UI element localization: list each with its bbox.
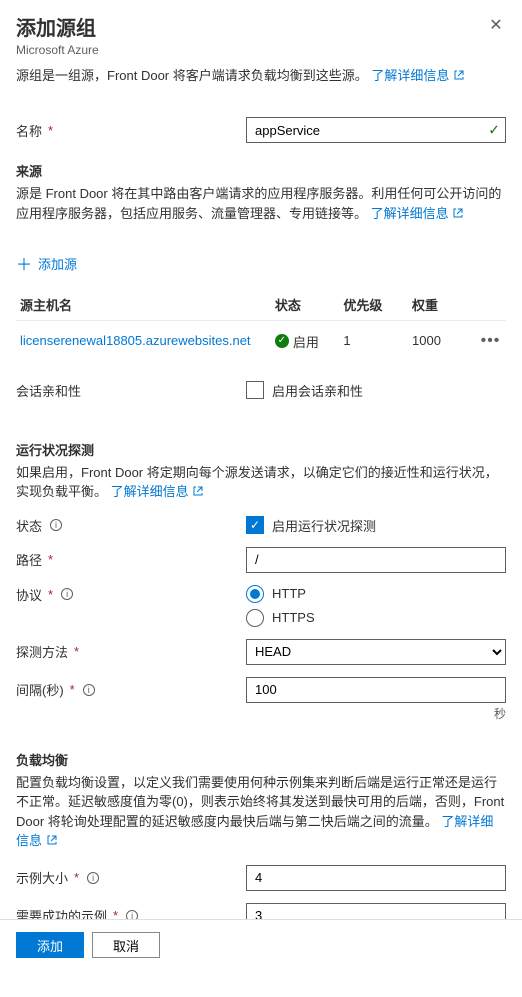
info-icon[interactable]: i [61, 588, 73, 600]
protocol-label: 协议 * i [16, 585, 246, 604]
radio-icon [246, 585, 264, 603]
info-icon[interactable]: i [50, 519, 62, 531]
health-desc-text: 如果启用，Front Door 将定期向每个源发送请求，以确定它们的接近性和运行… [16, 465, 498, 500]
col-weight[interactable]: 权重 [408, 289, 477, 321]
external-link-icon [46, 832, 58, 844]
external-link-icon [192, 483, 204, 495]
protocol-https-label: HTTPS [272, 610, 315, 625]
origin-section-desc: 源是 Front Door 将在其中路由客户端请求的应用程序服务器。利用任何可公… [16, 184, 506, 223]
interval-unit: 秒 [16, 705, 506, 722]
status-dot-icon: ✓ [275, 334, 289, 348]
intro-text: 源组是一组源，Front Door 将客户端请求负载均衡到这些源。 了解详细信息 [16, 67, 506, 85]
required-indicator: * [113, 908, 118, 919]
radio-icon [246, 609, 264, 627]
info-icon[interactable]: i [83, 684, 95, 696]
origins-table: 源主机名 状态 优先级 权重 licenserenewal18805.azure… [16, 289, 506, 361]
check-icon: ✓ [488, 122, 500, 139]
health-status-label: 状态 i [16, 516, 246, 535]
name-label-text: 名称 [16, 121, 42, 140]
session-affinity-checkbox-label: 启用会话亲和性 [272, 381, 363, 400]
path-input[interactable] [246, 547, 506, 573]
external-link-icon [453, 68, 465, 80]
external-link-icon [452, 205, 464, 217]
health-enable-checkbox[interactable]: ✓ [246, 516, 264, 534]
protocol-label-text: 协议 [16, 585, 42, 604]
health-section-desc: 如果启用，Front Door 将定期向每个源发送请求，以确定它们的接近性和运行… [16, 463, 506, 502]
method-label-text: 探测方法 [16, 642, 68, 661]
path-label-text: 路径 [16, 550, 42, 569]
lb-section-desc: 配置负载均衡设置，以定义我们需要使用何种示例集来判断后端是运行正常还是运行不正常… [16, 773, 506, 851]
page-subtitle: Microsoft Azure [16, 43, 506, 57]
origin-learn-more-text: 了解详细信息 [371, 206, 449, 221]
required-indicator: * [74, 644, 79, 659]
add-origin-button[interactable]: ＋ 添加源 [16, 251, 506, 275]
footer: 添加 取消 [0, 919, 522, 970]
required-indicator: * [74, 870, 79, 885]
protocol-http-radio[interactable]: HTTP [246, 585, 506, 603]
origin-status: ✓ 启用 [275, 332, 319, 351]
intro-learn-more-text: 了解详细信息 [371, 68, 449, 83]
cancel-button[interactable]: 取消 [92, 932, 160, 958]
method-label: 探测方法 * [16, 642, 246, 661]
health-learn-more-link[interactable]: 了解详细信息 [111, 484, 205, 499]
add-button[interactable]: 添加 [16, 932, 84, 958]
health-section-title: 运行状况探测 [16, 440, 506, 459]
origin-weight: 1000 [408, 321, 477, 361]
sample-size-label-text: 示例大小 [16, 868, 68, 887]
successful-samples-label-text: 需要成功的示例 [16, 906, 107, 919]
col-priority[interactable]: 优先级 [339, 289, 408, 321]
close-button[interactable]: ✕ [486, 16, 506, 36]
session-affinity-checkbox[interactable] [246, 381, 264, 399]
name-label: 名称 * [16, 121, 246, 140]
origin-section-title: 来源 [16, 161, 506, 180]
col-host[interactable]: 源主机名 [16, 289, 271, 321]
origin-priority: 1 [339, 321, 408, 361]
row-menu-button[interactable]: ••• [481, 332, 501, 349]
interval-input[interactable] [246, 677, 506, 703]
method-select[interactable]: HEAD [246, 639, 506, 665]
page-title: 添加源组 [16, 12, 506, 41]
required-indicator: * [70, 682, 75, 697]
origin-learn-more-link[interactable]: 了解详细信息 [371, 206, 465, 221]
intro-learn-more-link[interactable]: 了解详细信息 [371, 68, 465, 83]
health-status-label-text: 状态 [16, 516, 42, 535]
required-indicator: * [48, 123, 53, 138]
interval-label-text: 间隔(秒) [16, 680, 64, 699]
protocol-https-radio[interactable]: HTTPS [246, 609, 506, 627]
required-indicator: * [48, 587, 53, 602]
lb-section-title: 负载均衡 [16, 750, 506, 769]
info-icon[interactable]: i [87, 872, 99, 884]
origin-status-text: 启用 [293, 332, 319, 351]
successful-samples-label: 需要成功的示例 * i [16, 906, 246, 919]
required-indicator: * [48, 552, 53, 567]
successful-samples-input[interactable] [246, 903, 506, 919]
protocol-http-label: HTTP [272, 586, 306, 601]
health-enable-checkbox-label: 启用运行状况探测 [272, 516, 376, 535]
intro-prefix: 源组是一组源，Front Door 将客户端请求负载均衡到这些源。 [16, 68, 368, 83]
path-label: 路径 * [16, 550, 246, 569]
col-status[interactable]: 状态 [271, 289, 340, 321]
sample-size-input[interactable] [246, 865, 506, 891]
interval-label: 间隔(秒) * i [16, 680, 246, 699]
plus-icon: ＋ [16, 251, 32, 275]
name-input[interactable] [246, 117, 506, 143]
sample-size-label: 示例大小 * i [16, 868, 246, 887]
health-learn-more-text: 了解详细信息 [111, 484, 189, 499]
session-affinity-label: 会话亲和性 [16, 381, 246, 400]
table-row: licenserenewal18805.azurewebsites.net ✓ … [16, 321, 506, 361]
lb-desc-text: 配置负载均衡设置，以定义我们需要使用何种示例集来判断后端是运行正常还是运行不正常… [16, 775, 504, 829]
add-origin-label: 添加源 [38, 254, 77, 273]
info-icon[interactable]: i [126, 910, 138, 919]
origin-host-link[interactable]: licenserenewal18805.azurewebsites.net [20, 333, 251, 348]
